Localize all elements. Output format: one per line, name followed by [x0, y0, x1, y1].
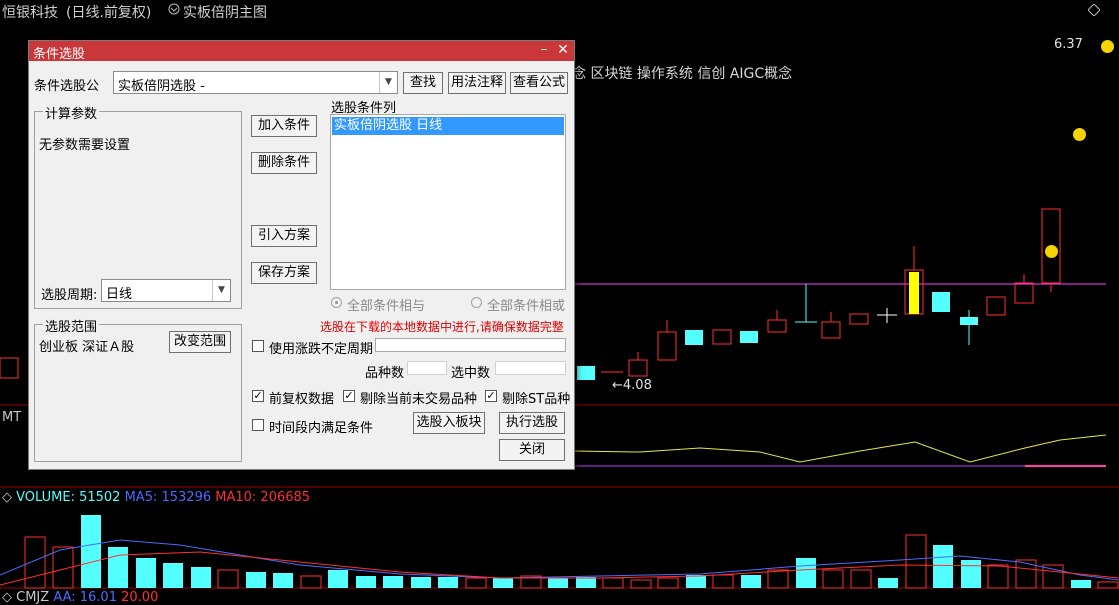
selected-count-label: 选中数: [451, 366, 491, 381]
cmjz-aa: AA: 16.01: [53, 590, 117, 605]
save-plan-button[interactable]: 保存方案: [251, 262, 317, 284]
ma10-value: MA10: 206685: [215, 490, 311, 505]
time-period-checkbox[interactable]: [252, 419, 264, 431]
uncertain-period-checkbox[interactable]: [252, 340, 264, 352]
add-to-block-button[interactable]: 选股入板块: [413, 412, 485, 434]
diamond-outline-icon[interactable]: [1088, 4, 1100, 16]
concepts-text: 念 区块链 操作系统 信创 AIGC概念: [572, 66, 793, 82]
count-label: 品种数: [365, 366, 405, 381]
price-marker-low: ←4.08: [612, 378, 652, 393]
ma5-value: MA5: 153296: [124, 490, 212, 505]
params-group-title: 计算参数: [43, 103, 100, 122]
params-group: 计算参数 无参数需要设置 选股周期: 日线 ▼: [34, 103, 242, 309]
radio-all-and-label: 全部条件相与: [347, 299, 426, 314]
volume-legend: ◇ VOLUME: 51502 MA5: 153296 MA10: 206685: [2, 490, 311, 505]
price-marker-top: 6.37: [1054, 37, 1083, 52]
indicator-name: 实板倍阴主图: [183, 5, 267, 21]
condition-list-item[interactable]: 实板倍阴选股 日线: [332, 117, 564, 135]
cmjz-legend: ◇ CMJZ AA: 16.01 20.00: [2, 590, 159, 605]
period-label: 选股周期:: [41, 288, 98, 303]
stock-name: 恒银科技: [2, 5, 58, 21]
selected-count-field: [495, 361, 566, 375]
view-formula-button[interactable]: 查看公式: [510, 72, 568, 94]
close-icon[interactable]: ✕: [555, 42, 571, 58]
period-select[interactable]: 日线 ▼: [101, 279, 231, 302]
cmjz-v2: 20.00: [121, 590, 159, 605]
params-text: 无参数需要设置: [39, 138, 131, 153]
forward-adjust-label: 前复权数据: [269, 392, 335, 407]
find-button[interactable]: 查找: [403, 72, 443, 94]
import-plan-button[interactable]: 引入方案: [251, 225, 317, 247]
radio-all-or[interactable]: [471, 297, 482, 308]
time-period-label: 时间段内满足条件: [269, 421, 374, 436]
add-condition-button[interactable]: 加入条件: [251, 115, 317, 137]
volume-bars: [0, 515, 1119, 589]
uncertain-period-label: 使用涨跌不定周期: [269, 342, 374, 357]
range-group-title: 选股范围: [43, 316, 100, 335]
chevron-down-icon[interactable]: ▼: [379, 72, 397, 93]
warning-text: 选股在下载的本地数据中进行,请确保数据完整: [320, 320, 564, 334]
dialog-title-bar[interactable]: 条件选股 – ✕: [29, 41, 574, 62]
delete-condition-button[interactable]: 删除条件: [251, 152, 317, 174]
execute-select-button[interactable]: 执行选股: [499, 412, 565, 434]
range-group: 选股范围 创业板 深证Ａ股 改变范围: [34, 316, 242, 462]
chevron-down-icon[interactable]: ▼: [212, 280, 230, 301]
condition-select-dialog: 条件选股 – ✕ 条件选股公 实板倍阴选股 - ▼ 查找 用法注释 查看公式 计…: [28, 40, 575, 470]
smiley-icon: [1101, 40, 1114, 53]
mt-indicator-label: MT: [2, 410, 22, 425]
condition-list[interactable]: 实板倍阴选股 日线: [330, 114, 566, 290]
radio-all-and[interactable]: [331, 297, 342, 308]
smiley-icon: [1045, 245, 1058, 258]
mt-indicator: [572, 434, 1107, 467]
formula-label: 条件选股公: [34, 79, 100, 94]
dialog-title: 条件选股: [33, 47, 86, 62]
close-button[interactable]: 关闭: [499, 439, 565, 461]
formula-select[interactable]: 实板倍阴选股 - ▼: [113, 71, 398, 94]
exclude-untraded-checkbox[interactable]: ✓: [343, 390, 355, 402]
count-field: [407, 361, 447, 375]
chart-title-bar: 恒银科技 (日线.前复权) 实板倍阴主图: [0, 0, 1119, 22]
exclude-untraded-label: 剔除当前未交易品种: [360, 392, 478, 407]
forward-adjust-checkbox[interactable]: ✓: [252, 390, 264, 402]
minimize-icon[interactable]: –: [537, 42, 551, 58]
exclude-st-label: 剔除ST品种: [502, 392, 571, 407]
diamond-icon[interactable]: [168, 3, 180, 15]
range-value: 创业板 深证Ａ股: [39, 340, 135, 355]
formula-value: 实板倍阴选股 -: [118, 79, 205, 94]
exclude-st-checkbox[interactable]: ✓: [485, 390, 497, 402]
uncertain-period-input[interactable]: [375, 338, 566, 352]
period-value: 日线: [106, 287, 133, 302]
period-label: (日线.前复权): [66, 5, 152, 21]
volume-value: VOLUME: 51502: [16, 490, 121, 505]
radio-all-or-label: 全部条件相或: [487, 299, 566, 314]
change-range-button[interactable]: 改变范围: [169, 331, 231, 353]
usage-notes-button[interactable]: 用法注释: [448, 72, 506, 94]
smiley-icon: [1073, 128, 1086, 141]
cmjz-name: CMJZ: [16, 590, 50, 605]
